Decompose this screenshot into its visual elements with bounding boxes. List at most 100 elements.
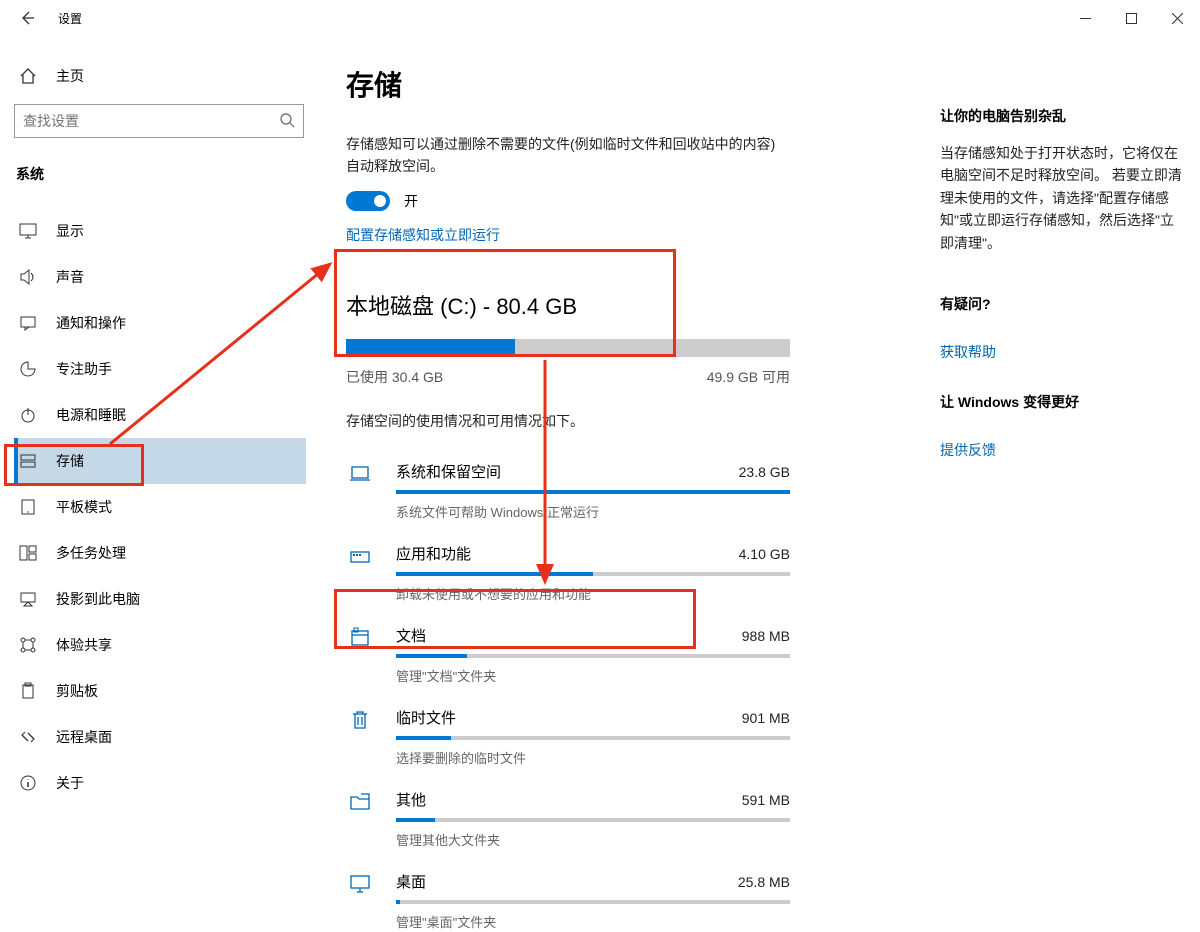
category-row[interactable]: 临时文件901 MB选择要删除的临时文件 (346, 699, 790, 781)
search-input[interactable] (23, 113, 279, 129)
app-title: 设置 (58, 10, 82, 27)
category-row[interactable]: 桌面 25.8 MB 管理"桌面"文件夹 (346, 863, 790, 932)
category-bar (396, 490, 790, 494)
display-icon (18, 222, 38, 240)
sidebar-item-sound[interactable]: 声音 (14, 254, 306, 300)
category-description: 管理"桌面"文件夹 (396, 912, 790, 931)
category-list: 系统和保留空间 23.8 GB 系统文件可帮助 Windows 正常运行应用和功能 4… (346, 453, 790, 932)
home-icon (18, 67, 38, 85)
sidebar-item-label: 电源和睡眠 (56, 405, 126, 425)
docs-icon (346, 625, 374, 685)
power-icon (18, 406, 38, 424)
category-name: 其他 (396, 789, 426, 810)
tip-title: 让你的电脑告别杂乱 (940, 106, 1186, 126)
about-icon (18, 774, 38, 792)
page-title: 存储 (346, 64, 910, 104)
category-bar (396, 572, 790, 576)
sidebar-item-label: 声音 (56, 267, 84, 287)
sound-icon (18, 268, 38, 286)
sidebar-home-label: 主页 (56, 66, 84, 86)
sidebar-section-label: 系统 (14, 164, 306, 184)
storage-sense-toggle-row: 开 (346, 191, 910, 211)
sidebar-item-focus[interactable]: 专注助手 (14, 346, 306, 392)
minimize-icon (1080, 13, 1091, 24)
focus-icon (18, 360, 38, 378)
storage-sense-toggle[interactable] (346, 191, 390, 211)
feedback-link[interactable]: 提供反馈 (940, 440, 996, 460)
category-size: 591 MB (742, 792, 790, 808)
back-arrow-icon (19, 10, 35, 26)
disk-section: 本地磁盘 (C:) - 80.4 GB 已使用 30.4 GB 49.9 GB … (346, 289, 910, 932)
trash-icon (346, 707, 374, 767)
sidebar-item-notifications[interactable]: 通知和操作 (14, 300, 306, 346)
storage-sense-description: 存储感知可以通过删除不需要的文件(例如临时文件和回收站中的内容)自动释放空间。 (346, 134, 786, 177)
category-size: 988 MB (742, 628, 790, 644)
sidebar-item-remote[interactable]: 远程桌面 (14, 714, 306, 760)
sidebar-item-storage[interactable]: 存储 (14, 438, 306, 484)
sidebar-item-share[interactable]: 体验共享 (14, 622, 306, 668)
help-title: 有疑问? (940, 294, 1186, 314)
sidebar-item-label: 体验共享 (56, 635, 112, 655)
disk-usage-fill (346, 339, 515, 357)
category-size: 25.8 MB (738, 874, 790, 890)
maximize-icon (1126, 13, 1137, 24)
sidebar-item-label: 存储 (56, 451, 84, 471)
category-row[interactable]: 系统和保留空间 23.8 GB 系统文件可帮助 Windows 正常运行 (346, 453, 790, 535)
close-button[interactable] (1154, 0, 1200, 36)
get-help-link[interactable]: 获取帮助 (940, 342, 996, 362)
sidebar-item-about[interactable]: 关于 (14, 760, 306, 806)
category-size: 4.10 GB (739, 546, 790, 562)
category-name: 系统和保留空间 (396, 461, 501, 482)
title-bar: 设置 (0, 0, 1200, 36)
category-name: 临时文件 (396, 707, 456, 728)
search-icon (279, 112, 295, 131)
sidebar-item-label: 通知和操作 (56, 313, 126, 333)
category-size: 901 MB (742, 710, 790, 726)
category-size: 23.8 GB (739, 464, 790, 480)
project-icon (18, 590, 38, 608)
disk-usage-bar (346, 339, 790, 357)
sidebar-item-label: 剪贴板 (56, 681, 98, 701)
sidebar-item-label: 多任务处理 (56, 543, 126, 563)
search-box[interactable] (14, 104, 304, 138)
category-description: 管理"文档"文件夹 (396, 666, 790, 685)
sidebar-item-label: 投影到此电脑 (56, 589, 140, 609)
apps-icon (346, 543, 374, 603)
maximize-button[interactable] (1108, 0, 1154, 36)
storage-icon (18, 452, 38, 470)
sidebar-item-project[interactable]: 投影到此电脑 (14, 576, 306, 622)
close-icon (1172, 13, 1183, 24)
category-description: 管理其他大文件夹 (396, 830, 790, 849)
disk-used-label: 已使用 30.4 GB (346, 367, 443, 387)
help-panel: 让你的电脑告别杂乱 当存储感知处于打开状态时，它将仅在电脑空间不足时释放空间。 … (940, 36, 1200, 932)
category-name: 应用和功能 (396, 543, 471, 564)
share-icon (18, 636, 38, 654)
monitor-icon (346, 871, 374, 931)
window-controls (1062, 0, 1200, 36)
category-row[interactable]: 应用和功能 4.10 GB 卸载未使用或不想要的应用和功能 (346, 535, 790, 617)
sidebar-item-tablet[interactable]: 平板模式 (14, 484, 306, 530)
category-row[interactable]: 其他 591 MB 管理其他大文件夹 (346, 781, 790, 863)
notifications-icon (18, 314, 38, 332)
category-row[interactable]: 文档988 MB管理"文档"文件夹 (346, 617, 790, 699)
sidebar-item-display[interactable]: 显示 (14, 208, 306, 254)
sidebar-item-label: 远程桌面 (56, 727, 112, 747)
back-button[interactable] (18, 9, 36, 27)
sidebar-item-power[interactable]: 电源和睡眠 (14, 392, 306, 438)
sidebar-item-multitasking[interactable]: 多任务处理 (14, 530, 306, 576)
main-content: 存储 存储感知可以通过删除不需要的文件(例如临时文件和回收站中的内容)自动释放空… (320, 36, 940, 932)
category-description: 卸载未使用或不想要的应用和功能 (396, 584, 790, 603)
sidebar-item-label: 专注助手 (56, 359, 112, 379)
tablet-icon (18, 498, 38, 516)
configure-storage-sense-link[interactable]: 配置存储感知或立即运行 (346, 225, 910, 245)
better-title: 让 Windows 变得更好 (940, 392, 1186, 412)
toggle-label: 开 (404, 191, 418, 211)
category-name: 桌面 (396, 871, 426, 892)
minimize-button[interactable] (1062, 0, 1108, 36)
folder-icon (346, 789, 374, 849)
sidebar-item-clipboard[interactable]: 剪贴板 (14, 668, 306, 714)
remote-icon (18, 728, 38, 746)
sidebar-home[interactable]: 主页 (14, 54, 306, 104)
category-description: 系统文件可帮助 Windows 正常运行 (396, 502, 790, 521)
usage-description: 存储空间的使用情况和可用情况如下。 (346, 411, 910, 431)
